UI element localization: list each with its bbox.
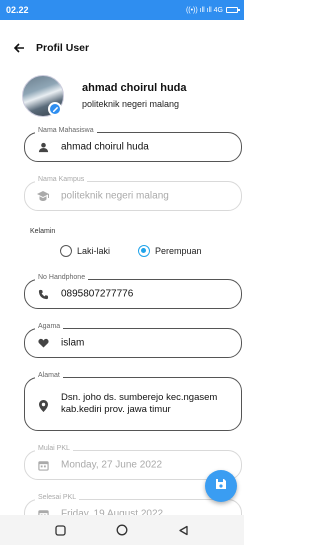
signal-icon: ((•)) ıll ıll 4G: [185, 6, 223, 14]
phone-icon: [37, 288, 49, 300]
gender-option-female[interactable]: Perempuan: [138, 245, 202, 257]
end-date-label: Selesai PKL: [35, 494, 80, 501]
address-field[interactable]: Alamat Dsn. joho ds. sumberejo kec.ngase…: [24, 372, 242, 431]
status-icons: ((•)) ıll ıll 4G: [185, 6, 240, 14]
gender-option-female-label: Perempuan: [155, 246, 202, 256]
start-date-label: Mulai PKL: [35, 445, 73, 452]
back-arrow-icon[interactable]: [10, 39, 28, 57]
save-fab-button[interactable]: [205, 470, 237, 502]
status-bar: 02.22 ((•)) ıll ıll 4G: [0, 0, 244, 20]
start-date-value: Monday, 27 June 2022: [61, 459, 163, 471]
gender-label: Kelamin: [30, 228, 56, 235]
gender-option-male-label: Laki-laki: [77, 246, 111, 256]
religion-field-value: islam: [61, 337, 85, 349]
phone-field[interactable]: No Handphone 0895807277776: [24, 274, 242, 309]
school-icon: [37, 190, 49, 202]
address-field-value: Dsn. joho ds. sumberejo kec.ngasem kab.k…: [61, 392, 218, 415]
edit-avatar-icon[interactable]: [48, 102, 62, 116]
system-nav-bar: [0, 515, 244, 545]
religion-field[interactable]: Agama islam: [24, 323, 242, 358]
name-field[interactable]: Nama Mahasiswa ahmad choirul huda: [24, 127, 242, 162]
profile-campus: politeknik negeri malang: [82, 99, 180, 109]
back-triangle-icon[interactable]: [174, 521, 192, 539]
address-field-label: Alamat: [35, 372, 63, 379]
app-bar: Profil User: [10, 38, 234, 58]
campus-field: Nama Kampus politeknik negeri malang: [24, 176, 242, 211]
status-time: 02.22: [6, 5, 29, 15]
phone-field-value: 0895807277776: [61, 288, 134, 300]
profile-name: ahmad choirul huda: [82, 82, 187, 94]
calendar-icon: [37, 459, 49, 471]
location-icon: [37, 400, 49, 412]
battery-icon: [226, 7, 240, 13]
home-icon[interactable]: [113, 521, 131, 539]
person-icon: [37, 141, 49, 153]
page-title: Profil User: [36, 42, 90, 54]
campus-field-label: Nama Kampus: [35, 176, 88, 183]
recents-icon[interactable]: [52, 521, 70, 539]
save-icon: [215, 477, 227, 495]
religion-field-label: Agama: [35, 323, 64, 330]
gender-option-male[interactable]: Laki-laki: [60, 245, 110, 257]
name-field-value: ahmad choirul huda: [61, 141, 149, 153]
heart-icon: [37, 337, 49, 349]
radio-unselected-icon[interactable]: [60, 245, 72, 257]
profile-header: ahmad choirul huda politeknik negeri mal…: [22, 75, 234, 119]
phone-field-label: No Handphone: [35, 274, 89, 281]
name-field-label: Nama Mahasiswa: [35, 127, 97, 134]
campus-field-value: politeknik negeri malang: [61, 190, 169, 202]
radio-selected-icon[interactable]: [138, 245, 150, 257]
